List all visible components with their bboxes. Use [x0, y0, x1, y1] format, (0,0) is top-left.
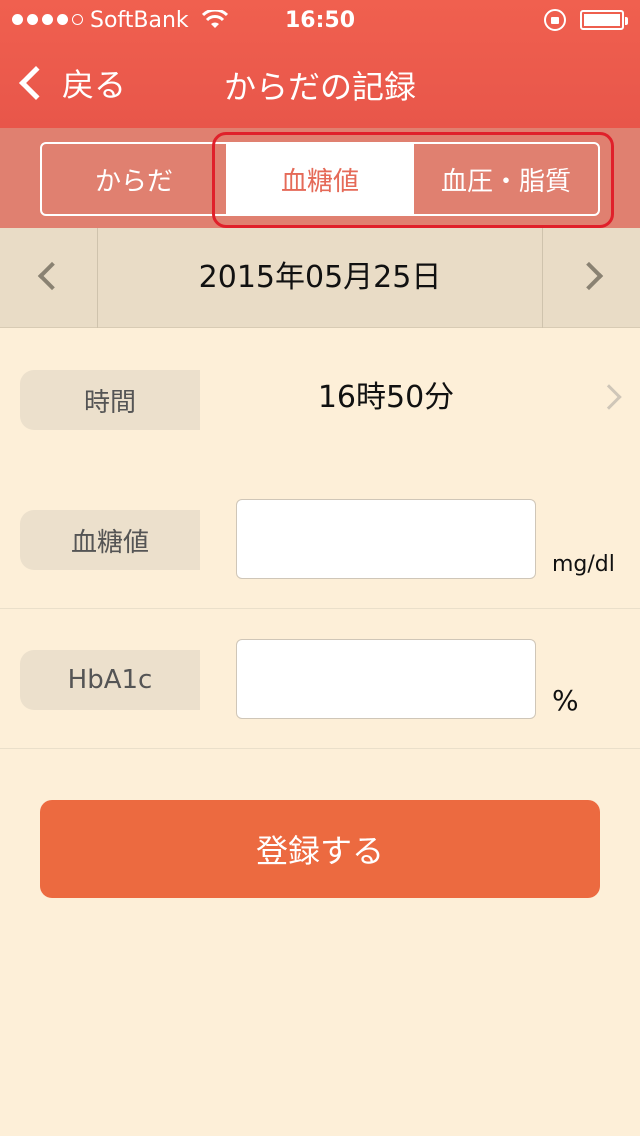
glucose-input[interactable]: [236, 499, 536, 579]
time-value: 16時50分: [317, 380, 455, 415]
time-label: 時間: [20, 370, 200, 430]
rotation-lock-icon: [544, 9, 566, 31]
date-selector: 2015年05月25日: [0, 228, 640, 328]
chevron-right-icon: [574, 261, 604, 291]
page-title: からだの記録: [223, 68, 416, 106]
hba1c-unit: %: [552, 684, 579, 717]
segmented-control: からだ 血糖値 血圧・脂質: [40, 142, 600, 216]
header: SoftBank 16:50 戻る からだの記録: [0, 0, 640, 128]
row-divider: [0, 748, 640, 749]
battery-icon: [580, 10, 628, 30]
register-button[interactable]: 登録する: [40, 800, 600, 898]
hba1c-label: HbA1c: [20, 650, 200, 710]
tab-blood-pressure-lipids[interactable]: 血圧・脂質: [412, 144, 598, 214]
previous-date-button[interactable]: [0, 228, 98, 328]
chevron-left-icon: [37, 261, 67, 291]
glucose-label: 血糖値: [20, 510, 200, 570]
hba1c-input[interactable]: [236, 639, 536, 719]
current-date: 2015年05月25日: [198, 260, 442, 295]
tab-bar: からだ 血糖値 血圧・脂質: [0, 128, 640, 228]
tab-blood-glucose[interactable]: 血糖値: [226, 144, 412, 214]
tab-body[interactable]: からだ: [42, 144, 226, 214]
next-date-button[interactable]: [542, 228, 640, 328]
status-bar: SoftBank 16:50: [0, 0, 640, 40]
row-divider: [0, 608, 640, 609]
glucose-unit: mg/dl: [552, 552, 615, 577]
